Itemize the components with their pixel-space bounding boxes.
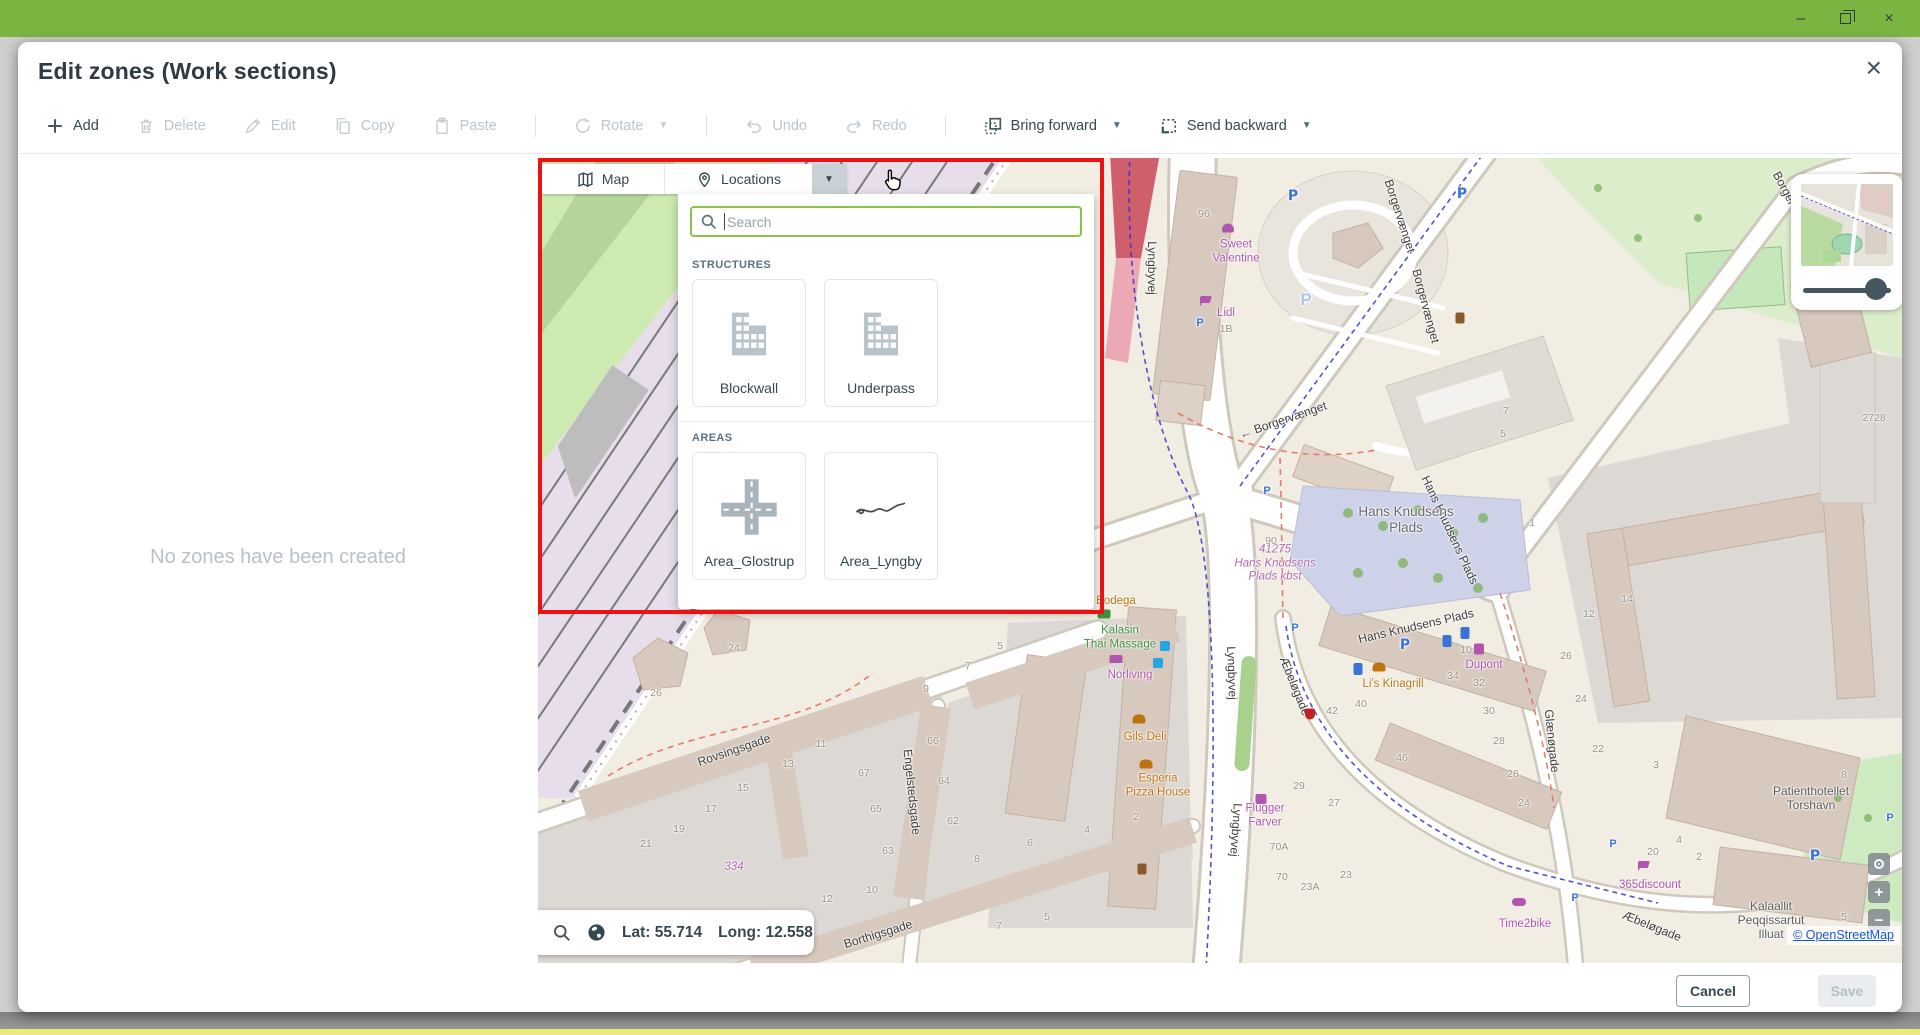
building-icon [717, 302, 781, 366]
tab-locations[interactable]: Locations [664, 164, 812, 194]
restore-icon [1840, 13, 1851, 24]
card-label: Underpass [847, 380, 915, 396]
zoom-in-button[interactable]: + [1868, 881, 1890, 903]
undo-icon [745, 117, 763, 135]
longitude-value: Long: 12.558 [718, 924, 813, 942]
toolbar-button-label: Delete [164, 118, 206, 134]
window-restore-button[interactable] [1836, 10, 1854, 28]
add-button[interactable]: Add [46, 117, 99, 135]
send-backward-button[interactable]: Send backward ▼ [1160, 117, 1312, 135]
card-label: Area_Lyngby [840, 553, 922, 569]
locations-dropdown-panel: Search STRUCTURES Blockwall Underpass AREAS… [678, 194, 1094, 609]
card-label: Area_Glostrup [704, 553, 794, 569]
zones-list-panel: No zones have been created [18, 158, 538, 963]
card-label: Blockwall [720, 380, 778, 396]
toolbar-button-label: Add [73, 118, 99, 134]
rotate-icon [574, 117, 592, 135]
route-icon [849, 475, 913, 539]
taskbar-strip [0, 1029, 1920, 1035]
toolbar: Add Delete Edit Copy Paste Rotate ▼ Undo Redo Bri… [18, 98, 1902, 154]
pin-icon [696, 171, 713, 188]
card-row: Area_Glostrup Area_Lyngby [678, 452, 1094, 594]
save-button[interactable]: Save [1818, 975, 1876, 1007]
dialog-title: Edit zones (Work sections) [38, 58, 337, 85]
map-viewport[interactable]: LyngbyvejLyngbyvejLyngbyvejBorgervængetB… [538, 158, 1902, 963]
redo-icon [845, 117, 863, 135]
tab-map-label: Map [602, 171, 629, 187]
dialog-close-button[interactable]: × [1866, 54, 1882, 82]
section-title: AREAS [678, 422, 1094, 452]
undo-button: Undo [745, 117, 807, 135]
toolbar-button-label: Edit [271, 118, 296, 134]
bring-forward-button[interactable]: Bring forward ▼ [984, 117, 1122, 135]
toolbar-button-label: Undo [772, 118, 807, 134]
paste-icon [433, 117, 451, 135]
tab-map[interactable]: Map [542, 164, 664, 194]
redo-button: Redo [845, 117, 907, 135]
toolbar-button-label: Rotate [601, 118, 644, 134]
window-close-button[interactable]: × [1880, 10, 1898, 28]
map-attribution: © OpenStreetMap [1787, 926, 1900, 945]
location-card-underpass[interactable]: Underpass [824, 279, 938, 407]
plus-icon [46, 117, 64, 135]
cancel-button[interactable]: Cancel [1676, 975, 1750, 1007]
overview-map-panel [1791, 174, 1902, 310]
copy-button: Copy [334, 117, 395, 135]
toolbar-button-label: Send backward [1187, 118, 1287, 134]
toolbar-separator [535, 115, 536, 137]
bring-forward-icon [984, 117, 1002, 135]
paste-button: Paste [433, 117, 497, 135]
edit-zones-dialog: Edit zones (Work sections) × Add Delete Ed… [18, 42, 1902, 1012]
chevron-down-icon[interactable]: ▼ [658, 120, 668, 131]
pencil-icon [244, 117, 262, 135]
rotate-button: Rotate ▼ [574, 117, 669, 135]
dialog-footer: Cancel Save [18, 963, 1902, 1012]
text-caret [724, 213, 725, 230]
locations-sections: STRUCTURESBlockwallUnderpassAREASArea_Gl… [678, 249, 1094, 594]
chevron-down-icon[interactable]: ▼ [1302, 120, 1312, 131]
zoom-slider-knob[interactable] [1865, 278, 1887, 300]
tab-locations-label: Locations [721, 171, 781, 187]
latitude-value: Lat: 55.714 [622, 924, 702, 942]
location-card-area_lyngby[interactable]: Area_Lyngby [824, 452, 938, 580]
zones-empty-message: No zones have been created [18, 546, 538, 569]
send-backward-icon [1160, 117, 1178, 135]
trash-icon [137, 117, 155, 135]
copy-icon [334, 117, 352, 135]
globe-icon[interactable] [587, 923, 606, 942]
osm-attribution-link[interactable]: © OpenStreetMap [1793, 928, 1894, 942]
building-icon [849, 302, 913, 366]
window-titlebar: – × [0, 0, 1920, 37]
chevron-down-icon[interactable]: ▼ [1112, 120, 1122, 131]
locations-dropdown-toggle[interactable]: ▼ [812, 164, 846, 194]
desktop-background [0, 1012, 1920, 1030]
section-title: STRUCTURES [678, 249, 1094, 279]
delete-button: Delete [137, 117, 206, 135]
search-input[interactable]: Search [690, 206, 1082, 237]
search-icon [700, 213, 717, 230]
geolocate-button[interactable] [1868, 853, 1890, 875]
toolbar-separator [706, 115, 707, 137]
coordinate-bar: Lat: 55.714 Long: 12.558 [538, 910, 814, 955]
search-placeholder: Search [727, 214, 771, 230]
crossroads-icon [717, 475, 781, 539]
toolbar-button-label: Bring forward [1011, 118, 1097, 134]
location-card-blockwall[interactable]: Blockwall [692, 279, 806, 407]
edit-button: Edit [244, 117, 296, 135]
toolbar-separator [945, 115, 946, 137]
toolbar-button-label: Paste [460, 118, 497, 134]
geolocate-icon [1874, 859, 1884, 869]
toolbar-button-label: Copy [361, 118, 395, 134]
map-icon [577, 171, 594, 188]
card-row: Blockwall Underpass [678, 279, 1094, 421]
location-card-area_glostrup[interactable]: Area_Glostrup [692, 452, 806, 580]
window-minimize-button[interactable]: – [1792, 10, 1810, 28]
map-tabbar: Map Locations ▼ [542, 164, 846, 194]
overview-map[interactable] [1801, 184, 1893, 266]
search-icon[interactable] [552, 923, 571, 942]
toolbar-button-label: Redo [872, 118, 907, 134]
